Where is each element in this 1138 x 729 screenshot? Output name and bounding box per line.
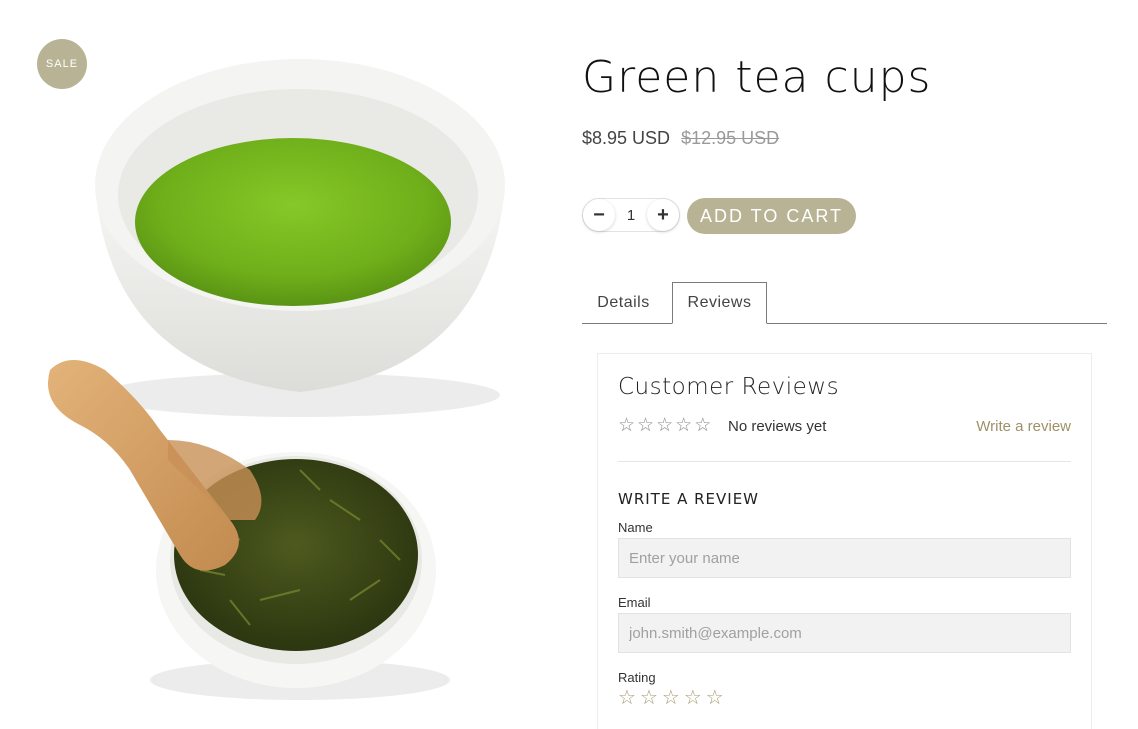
decrease-quantity-button[interactable]: − (583, 199, 615, 231)
rating-star-5-icon[interactable]: ☆ (706, 688, 724, 708)
star-icon: ☆ (637, 415, 655, 436)
compare-price: $12.95 USD (681, 128, 780, 148)
rating-star-1-icon[interactable]: ☆ (618, 688, 636, 708)
rating-star-3-icon[interactable]: ☆ (662, 688, 680, 708)
star-icon: ☆ (694, 415, 712, 436)
product-title: Green tea cups (582, 52, 932, 103)
divider (618, 461, 1071, 462)
green-tea-illustration (48, 59, 505, 700)
rating-input: ☆ ☆ ☆ ☆ ☆ (618, 688, 724, 708)
increase-quantity-button[interactable]: + (647, 199, 679, 231)
star-icon: ☆ (618, 415, 636, 436)
review-form-heading: WRITE A REVIEW (618, 490, 760, 508)
email-field[interactable] (618, 613, 1071, 653)
name-field[interactable] (618, 538, 1071, 578)
write-review-link[interactable]: Write a review (976, 418, 1071, 435)
current-price: $8.95 USD (582, 128, 671, 148)
add-to-cart-button[interactable]: ADD TO CART (687, 198, 856, 234)
average-rating-stars: ☆ ☆ ☆ ☆ ☆ (618, 416, 711, 436)
reviews-panel: Customer Reviews ☆ ☆ ☆ ☆ ☆ No reviews ye… (597, 353, 1092, 729)
email-label: Email (618, 595, 651, 610)
product-page: SALE Green tea cups $8.95 USD $12.95 USD… (0, 0, 1138, 729)
product-tabs: Details Reviews (582, 282, 1107, 324)
star-icon: ☆ (675, 415, 693, 436)
name-label: Name (618, 520, 653, 535)
tab-details[interactable]: Details (582, 282, 665, 323)
no-reviews-text: No reviews yet (728, 418, 827, 435)
reviews-title: Customer Reviews (618, 374, 840, 400)
star-icon: ☆ (656, 415, 674, 436)
rating-label: Rating (618, 670, 656, 685)
rating-star-2-icon[interactable]: ☆ (640, 688, 658, 708)
quantity-value[interactable]: 1 (627, 207, 635, 224)
product-image: SALE (0, 0, 552, 729)
quantity-stepper: − 1 + (582, 198, 680, 232)
rating-star-4-icon[interactable]: ☆ (684, 688, 702, 708)
sale-badge: SALE (37, 39, 87, 89)
price-block: $8.95 USD $12.95 USD (582, 128, 779, 149)
tab-reviews[interactable]: Reviews (672, 282, 767, 324)
